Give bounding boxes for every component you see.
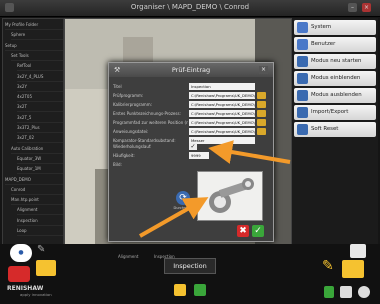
bottom-bar: Alignment Inspection ● ✎ RENISHAW apply … <box>0 244 380 304</box>
home-icon[interactable] <box>194 284 206 296</box>
settings-icon[interactable] <box>358 286 370 298</box>
arrow-to-image <box>139 197 209 238</box>
tab-inspection-label: Inspection <box>173 262 207 270</box>
brand-logo: RENISHAW <box>7 285 44 292</box>
cycle-icon[interactable] <box>174 284 186 296</box>
pencil-icon[interactable]: ✎ <box>322 258 336 274</box>
brand-tagline: apply innovation <box>20 292 52 297</box>
arrow-to-checkbox <box>208 140 291 164</box>
status-left: Alignment <box>118 254 139 259</box>
folder-icon[interactable] <box>36 260 56 276</box>
brush-icon[interactable] <box>324 286 334 298</box>
tab-inspection[interactable]: Inspection <box>164 258 216 274</box>
open-folder-icon[interactable] <box>342 260 364 278</box>
eraser-icon[interactable] <box>8 266 30 282</box>
chart-icon[interactable] <box>340 286 352 298</box>
cube-icon[interactable] <box>350 244 366 258</box>
edit-icon[interactable]: ✎ <box>37 244 47 258</box>
globe-icon[interactable]: ● <box>10 244 32 262</box>
